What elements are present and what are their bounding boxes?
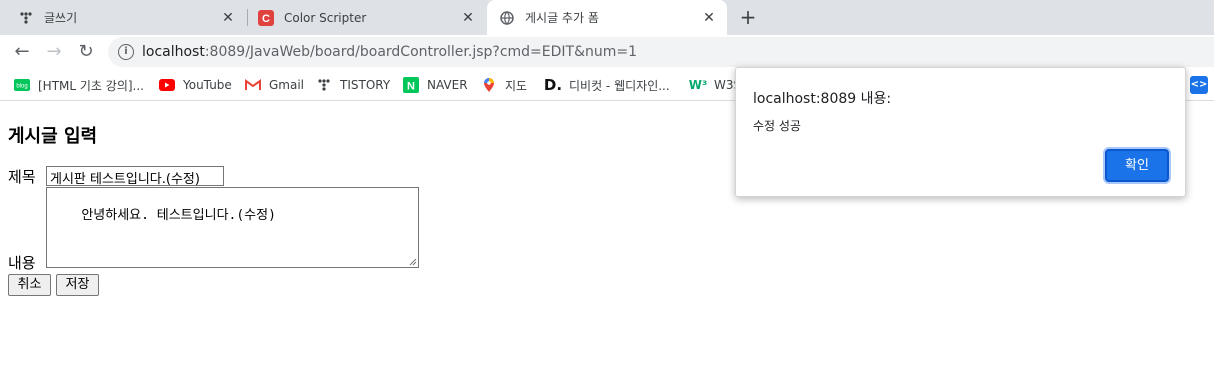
dialog-title: localhost:8089 내용: (753, 91, 892, 107)
svg-text:blog: blog (16, 84, 27, 90)
content-label: 내용 (8, 254, 36, 272)
bookmark-naver[interactable]: N NAVER (403, 76, 468, 94)
page-heading: 게시글 입력 (8, 126, 98, 147)
tistory-icon (316, 77, 332, 93)
address-bar[interactable]: i localhost:8089/JavaWeb/board/boardCont… (108, 37, 1214, 67)
w3schools-icon: W³ (688, 78, 708, 92)
cancel-button[interactable]: 취소 (8, 274, 51, 296)
extension-icon[interactable]: <> (1190, 76, 1208, 94)
blog-icon: blog (14, 77, 30, 93)
bookmark-label: 지도 (505, 78, 528, 93)
close-icon[interactable]: ✕ (460, 10, 476, 26)
reload-icon[interactable]: ↻ (74, 40, 98, 64)
save-button[interactable]: 저장 (56, 274, 99, 296)
bookmark-label: YouTube (183, 78, 232, 92)
close-icon[interactable]: ✕ (220, 10, 236, 26)
info-icon[interactable]: i (118, 44, 134, 60)
resize-handle-icon[interactable] (409, 258, 417, 266)
new-tab-button[interactable]: + (738, 7, 758, 27)
maps-icon (481, 77, 497, 93)
tab-board-form[interactable]: 게시글 추가 폼 ✕ (487, 0, 727, 35)
youtube-icon (159, 77, 175, 93)
tistory-icon (18, 10, 34, 26)
tab-write[interactable]: 글쓰기 ✕ (0, 0, 246, 35)
title-label: 제목 (8, 168, 36, 186)
tab-strip: 글쓰기 ✕ C Color Scripter ✕ 게시글 추가 폼 ✕ + (0, 0, 1214, 35)
close-icon[interactable]: ✕ (701, 10, 717, 26)
svg-text:C: C (262, 13, 270, 25)
bookmark-gmail[interactable]: Gmail (245, 76, 304, 94)
tab-title: 게시글 추가 폼 (525, 11, 599, 25)
svg-text:N: N (407, 81, 415, 93)
bookmark-youtube[interactable]: YouTube (159, 76, 232, 94)
color-scripter-icon: C (258, 9, 274, 26)
alert-dialog: localhost:8089 내용: 수정 성공 확인 (735, 67, 1186, 197)
bookmark-tistory[interactable]: TISTORY (316, 76, 390, 94)
tab-color-scripter[interactable]: C Color Scripter ✕ (240, 0, 486, 35)
url-text[interactable]: localhost:8089/JavaWeb/board/boardContro… (142, 44, 637, 60)
back-icon[interactable]: ← (10, 40, 34, 64)
content-text[interactable]: 안녕하세요. 테스트입니다.(수정) (81, 208, 276, 223)
bookmark-label: TISTORY (340, 78, 391, 92)
naver-icon: N (403, 77, 419, 93)
bookmark-dbcut[interactable]: D. 디비컷 - 웹디자인... (543, 76, 670, 94)
bookmark-maps[interactable]: 지도 (481, 76, 527, 94)
bookmark-label: [HTML 기초 강의]... (38, 78, 144, 93)
content-textarea[interactable]: 안녕하세요. 테스트입니다.(수정) (46, 187, 419, 268)
bookmark-html-course[interactable]: blog [HTML 기초 강의]... (14, 76, 144, 94)
bookmark-label: Gmail (269, 78, 305, 92)
title-input[interactable]: 게시판 테스트입니다.(수정) (46, 166, 224, 186)
bookmark-w3schools[interactable]: W³ W3S (688, 76, 741, 94)
gmail-icon (245, 77, 261, 93)
toolbar: ← → ↻ i localhost:8089/JavaWeb/board/boa… (0, 35, 1214, 69)
globe-icon (499, 10, 515, 26)
bookmark-label: 디비컷 - 웹디자인... (569, 78, 670, 93)
ok-button[interactable]: 확인 (1105, 149, 1169, 182)
forward-icon[interactable]: → (42, 40, 66, 64)
dbcut-icon: D. (543, 76, 563, 94)
tab-title: 글쓰기 (44, 11, 78, 25)
dialog-message: 수정 성공 (753, 119, 801, 133)
tab-title: Color Scripter (284, 10, 367, 25)
bookmark-label: NAVER (427, 78, 468, 92)
